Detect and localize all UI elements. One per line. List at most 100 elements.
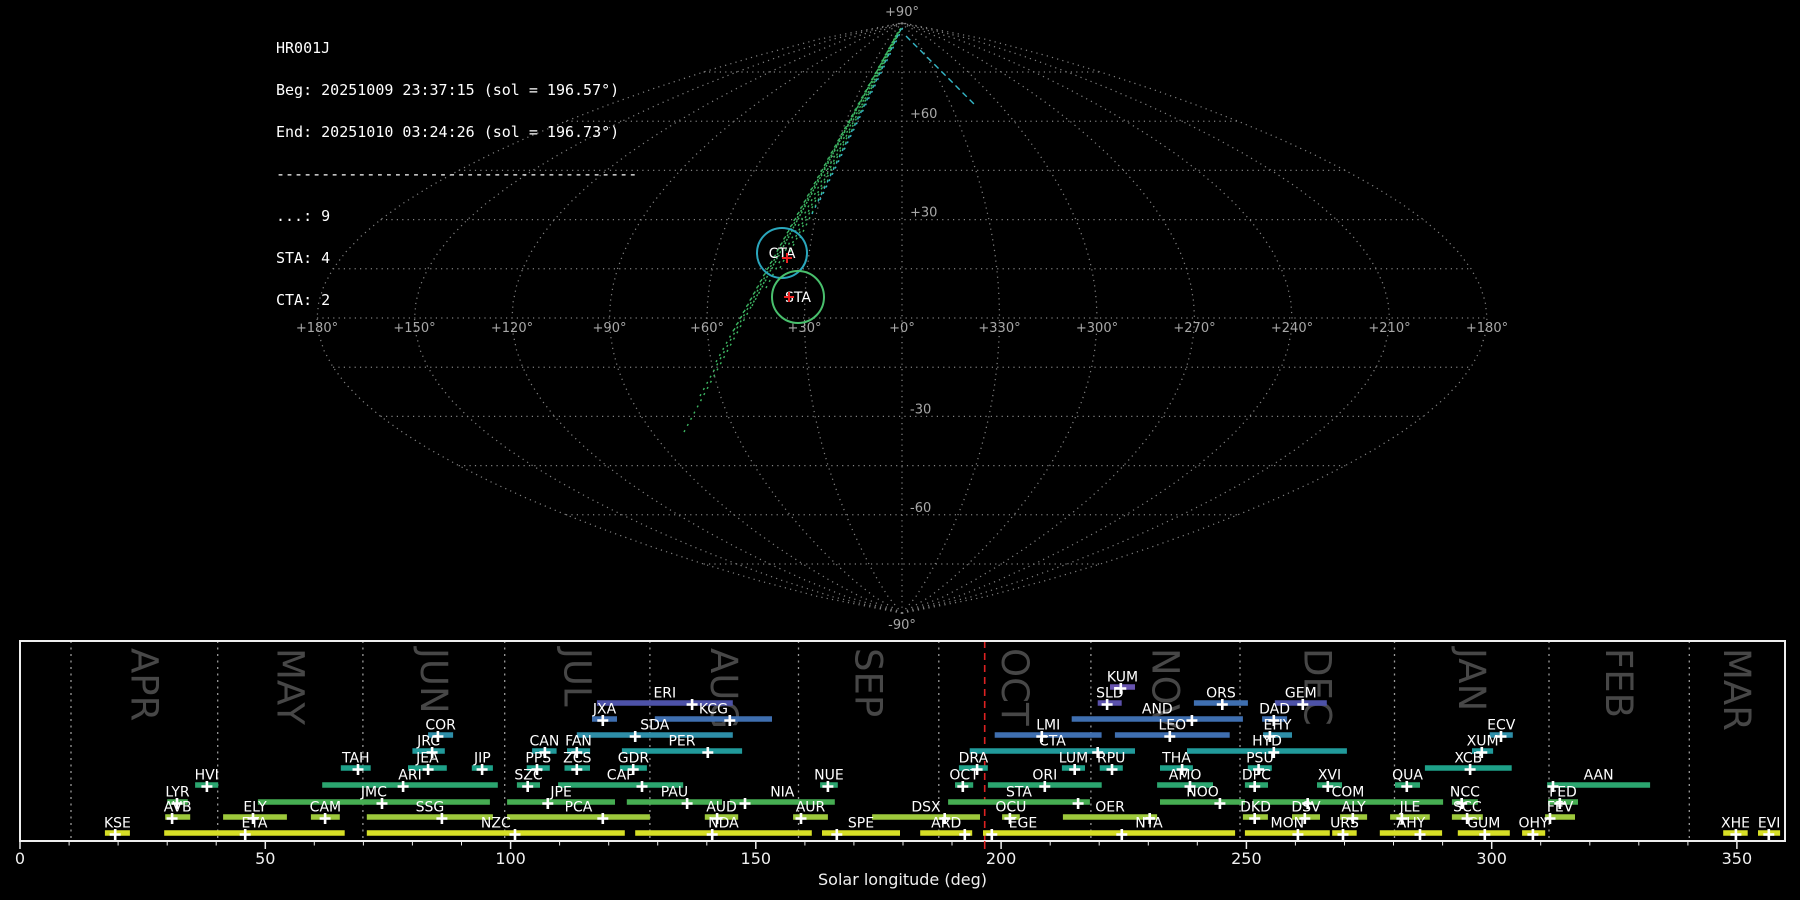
x-tick-label: 300 xyxy=(1476,849,1507,868)
shower-DKD: DKD xyxy=(1240,800,1271,824)
shower-NDA: NDA xyxy=(635,816,812,840)
shower-code-label: DPC xyxy=(1242,768,1271,784)
x-tick-label: 0 xyxy=(15,849,25,868)
lon-label: +180° xyxy=(1466,321,1508,336)
shower-EVI: EVI xyxy=(1758,816,1780,840)
shower-code-label: ORS xyxy=(1206,686,1236,702)
shower-code-label: URS xyxy=(1330,816,1359,832)
shower-code-label: DRA xyxy=(959,751,989,767)
shower-HVI: HVI xyxy=(195,768,219,792)
month-label-oct: OCT xyxy=(993,648,1036,726)
shower-code-label: NIA xyxy=(770,785,795,801)
meteor-track xyxy=(811,26,903,215)
shower-JIP: JIP xyxy=(471,751,493,775)
shower-code-label: JXA xyxy=(592,702,617,718)
month-label-feb: FEB xyxy=(1597,648,1640,718)
shower-code-label: COM xyxy=(1331,785,1364,801)
meteor-track xyxy=(779,28,901,269)
shower-code-label: FAN xyxy=(565,734,592,750)
shower-OHY: OHY xyxy=(1519,816,1549,840)
lat-label: +30 xyxy=(910,206,937,221)
count-sta: STA: 4 xyxy=(276,249,331,267)
shower-code-label: KCG xyxy=(699,702,728,718)
x-axis-labels: 0 50 100 150 200 250 300 350 Solar longitude (de… xyxy=(15,849,1752,889)
shower-ARI: ARI xyxy=(322,768,498,792)
meteor-observation-screen: HR001J Beg: 20251009 23:37:15 (sol = 196… xyxy=(0,0,1800,900)
shower-FEV: FEV xyxy=(1544,800,1575,824)
shower-JXA: JXA xyxy=(592,702,617,726)
shower-NUE: NUE xyxy=(814,768,844,792)
shower-code-label: ARI xyxy=(398,768,421,784)
shower-AHY: AHY xyxy=(1379,816,1443,840)
shower-code-label: LEO xyxy=(1158,718,1186,734)
shower-code-label: FED xyxy=(1549,785,1577,801)
lon-label: +240° xyxy=(1271,321,1313,336)
meteor-track xyxy=(699,32,899,397)
lat-label: +60 xyxy=(910,107,937,122)
x-axis-ticks xyxy=(19,841,1738,849)
shower-code-label: DSV xyxy=(1291,800,1321,816)
shower-TAH: TAH xyxy=(340,751,371,775)
shower-XHE: XHE xyxy=(1721,816,1750,840)
x-tick-label: 200 xyxy=(986,849,1017,868)
lon-label: +330° xyxy=(978,321,1020,336)
x-tick-label: 250 xyxy=(1231,849,1262,868)
lat-label: -30 xyxy=(910,402,931,417)
month-label-jun: JUN xyxy=(412,646,455,714)
shower-code-label: SSG xyxy=(416,800,445,816)
shower-code-label: OER xyxy=(1095,800,1125,816)
shower-code-label: PCA xyxy=(565,800,593,816)
shower-code-label: STA xyxy=(1006,785,1032,801)
shower-code-label: AHY xyxy=(1397,816,1426,832)
obs-begin-line: Beg: 20251009 23:37:15 (sol = 196.57°) xyxy=(276,81,620,99)
shower-code-label: CAP xyxy=(607,768,635,784)
shower-code-label: NTA xyxy=(1135,816,1163,832)
shower-code-label: AMO xyxy=(1169,768,1202,784)
shower-JPE: JPE xyxy=(507,785,615,809)
shower-code-label: KSE xyxy=(104,816,131,832)
shower-code-label: NZC xyxy=(481,816,511,832)
shower-code-label: COR xyxy=(425,718,456,734)
shower-AVB: AVB xyxy=(164,800,192,824)
shower-code-label: JRC xyxy=(416,734,440,750)
shower-code-label: KUM xyxy=(1107,670,1138,686)
shower-code-label: CTA xyxy=(1039,734,1066,750)
shower-code-label: JPE xyxy=(549,785,571,801)
lon-label: +60° xyxy=(690,321,724,336)
shower-code-label: GEM xyxy=(1285,686,1317,702)
shower-NOO: NOO xyxy=(1160,785,1245,809)
shower-code-label: ELY xyxy=(243,800,267,816)
sky-map: +180° +150° +120° +90° +60° +30° +0° +330° +300°… xyxy=(296,5,1508,633)
shower-code-label: LMI xyxy=(1036,718,1060,734)
meteor-track xyxy=(789,28,902,253)
shower-code-label: EHY xyxy=(1264,718,1292,734)
month-label-jan: JAN xyxy=(1450,646,1493,711)
count-sporadic: ...: 9 xyxy=(276,207,331,225)
shower-code-label: AVB xyxy=(164,800,192,816)
shower-OCT: OCT xyxy=(949,768,979,792)
shower-code-label: EGE xyxy=(1009,816,1038,832)
month-label-mar: MAR xyxy=(1715,648,1758,731)
shower-CAM: CAM xyxy=(310,800,341,824)
month-label-apr: APR xyxy=(122,648,165,721)
shower-DPC: DPC xyxy=(1242,768,1271,792)
obs-end-line: End: 20251010 03:24:26 (sol = 196.73°) xyxy=(276,123,620,141)
x-tick-label: 150 xyxy=(741,849,772,868)
shower-KSE: KSE xyxy=(104,816,131,840)
x-tick-label: 50 xyxy=(255,849,275,868)
lon-label: +300° xyxy=(1076,321,1118,336)
count-cta: CTA: 2 xyxy=(276,291,331,309)
shower-code-label: AAN xyxy=(1584,768,1614,784)
shower-code-label: PPS xyxy=(525,751,551,767)
info-panel: HR001J Beg: 20251009 23:37:15 (sol = 196… xyxy=(276,13,637,335)
month-label-may: MAY xyxy=(268,648,311,725)
x-tick-label: 100 xyxy=(495,849,526,868)
lat-label: +90° xyxy=(885,5,919,20)
shower-code-label: AUD xyxy=(706,800,737,816)
x-tick-label: 350 xyxy=(1722,849,1753,868)
station-id: HR001J xyxy=(276,39,331,57)
shower-XCB: XCB xyxy=(1424,751,1512,775)
shower-LUM: LUM xyxy=(1059,751,1088,775)
shower-code-label: OCT xyxy=(949,768,979,784)
month-label-jul: JUL xyxy=(555,646,598,707)
